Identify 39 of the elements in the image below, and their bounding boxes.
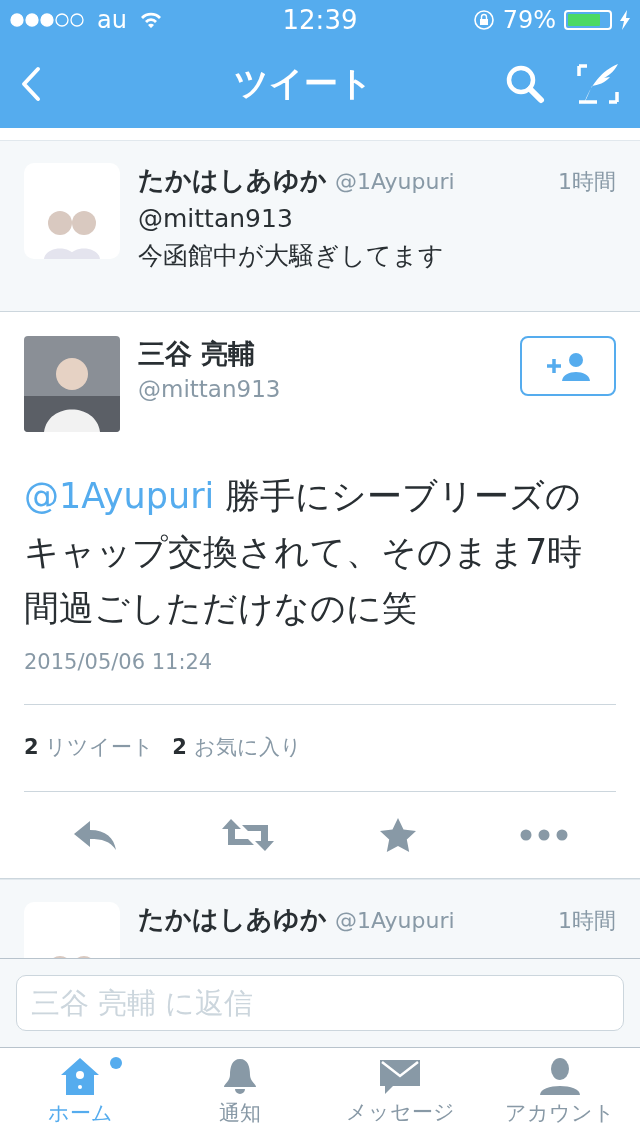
- user-handle: @1Ayupuri: [335, 169, 455, 194]
- add-user-icon: [544, 351, 592, 381]
- avatar[interactable]: [24, 336, 120, 432]
- nav-title: ツイート: [232, 62, 374, 105]
- retweet-icon[interactable]: [221, 817, 276, 853]
- tweet-text: @mittan913: [138, 204, 294, 233]
- tweet-stat[interactable]: 2 リツイート: [24, 733, 155, 761]
- person-icon: [540, 1057, 580, 1095]
- back-icon[interactable]: [20, 66, 42, 102]
- user-name: 三谷 亮輔: [138, 337, 257, 371]
- tweet-text: @1Ayupuri 勝手にシーブリーズのキャップ交換されて、そのまま7時間過ごしただけなのに笑: [24, 475, 584, 630]
- star-icon[interactable]: [378, 817, 417, 853]
- house-icon: [60, 1057, 100, 1095]
- follow-button[interactable]: [520, 336, 616, 396]
- tweet-time: 1時間: [558, 168, 616, 196]
- clock: 12:39: [282, 5, 358, 35]
- tab[interactable]: アカウント: [480, 1048, 640, 1136]
- tab[interactable]: メッセージ: [320, 1048, 480, 1136]
- rotation-lock-icon: [472, 9, 495, 31]
- carrier: au: [97, 6, 127, 34]
- tweet-stat[interactable]: 2 お気に入り: [172, 733, 302, 761]
- tweet-time: 1時間: [558, 907, 616, 935]
- user-handle: @1Ayupuri: [335, 908, 455, 933]
- charging-icon: [620, 10, 630, 30]
- tab[interactable]: ホーム: [0, 1048, 160, 1136]
- user-name: たかはしあゆか: [138, 164, 327, 197]
- search-icon[interactable]: [504, 63, 546, 105]
- battery-percent: 79%: [502, 6, 556, 34]
- bell-icon: [222, 1057, 258, 1095]
- mention-link[interactable]: @1Ayupuri: [24, 476, 215, 516]
- user-handle: @mittan913: [138, 376, 282, 402]
- envelope-icon: [379, 1058, 421, 1094]
- user-name: たかはしあゆか: [138, 903, 327, 936]
- tab[interactable]: 通知: [160, 1048, 320, 1136]
- more-icon[interactable]: [520, 829, 569, 841]
- tweet-date: 2015/05/06 11:24: [24, 650, 616, 705]
- tweet-text: 今函館中が大騒ぎしてます: [138, 240, 445, 272]
- signal-icon: [10, 13, 85, 27]
- compose-icon[interactable]: [576, 62, 620, 106]
